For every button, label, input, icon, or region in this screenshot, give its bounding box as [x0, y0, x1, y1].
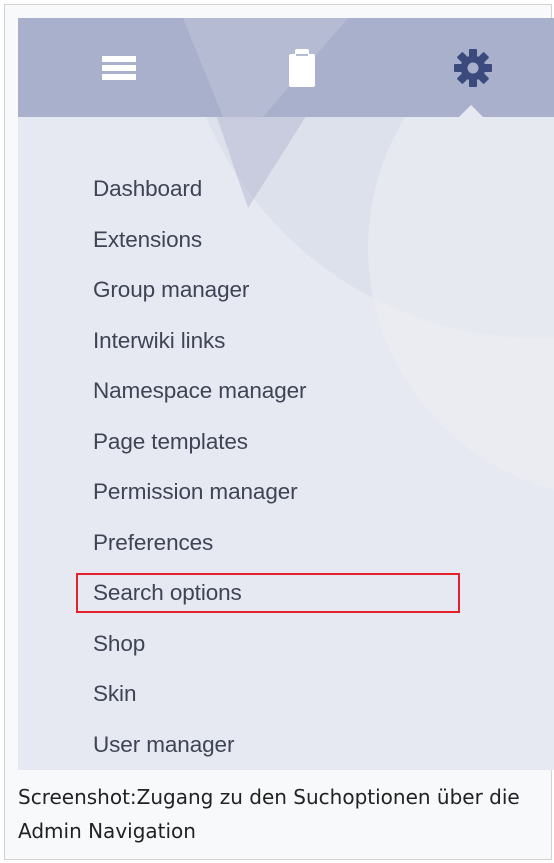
- image-caption: Screenshot:Zugang zu den Suchoptionen üb…: [18, 785, 520, 843]
- clipboard-tab[interactable]: [227, 18, 377, 117]
- menu-item-skin[interactable]: Skin: [18, 669, 554, 720]
- menu-item-extensions[interactable]: Extensions: [18, 215, 554, 266]
- gear-icon: [454, 48, 492, 87]
- admin-navigation-screenshot: Dashboard Extensions Group manager Inter…: [18, 18, 554, 770]
- menu-item-permission-manager[interactable]: Permission manager: [18, 467, 554, 518]
- menu-item-dashboard[interactable]: Dashboard: [18, 164, 554, 215]
- menu-item-search-options[interactable]: Search options: [18, 568, 554, 619]
- navigation-toolbar: [18, 18, 554, 117]
- thumbnail-frame: Dashboard Extensions Group manager Inter…: [4, 4, 554, 860]
- clipboard-icon: [289, 48, 315, 87]
- menu-icon: [102, 55, 136, 80]
- settings-tab[interactable]: [398, 18, 548, 117]
- admin-menu: Dashboard Extensions Group manager Inter…: [18, 164, 554, 770]
- menu-item-interwiki-links[interactable]: Interwiki links: [18, 316, 554, 367]
- menu-tab[interactable]: [44, 18, 194, 117]
- menu-item-group-manager[interactable]: Group manager: [18, 265, 554, 316]
- active-tab-caret: [459, 105, 483, 117]
- menu-item-preferences[interactable]: Preferences: [18, 518, 554, 569]
- menu-item-namespace-manager[interactable]: Namespace manager: [18, 366, 554, 417]
- menu-item-page-templates[interactable]: Page templates: [18, 417, 554, 468]
- menu-item-shop[interactable]: Shop: [18, 619, 554, 670]
- menu-item-user-manager[interactable]: User manager: [18, 720, 554, 771]
